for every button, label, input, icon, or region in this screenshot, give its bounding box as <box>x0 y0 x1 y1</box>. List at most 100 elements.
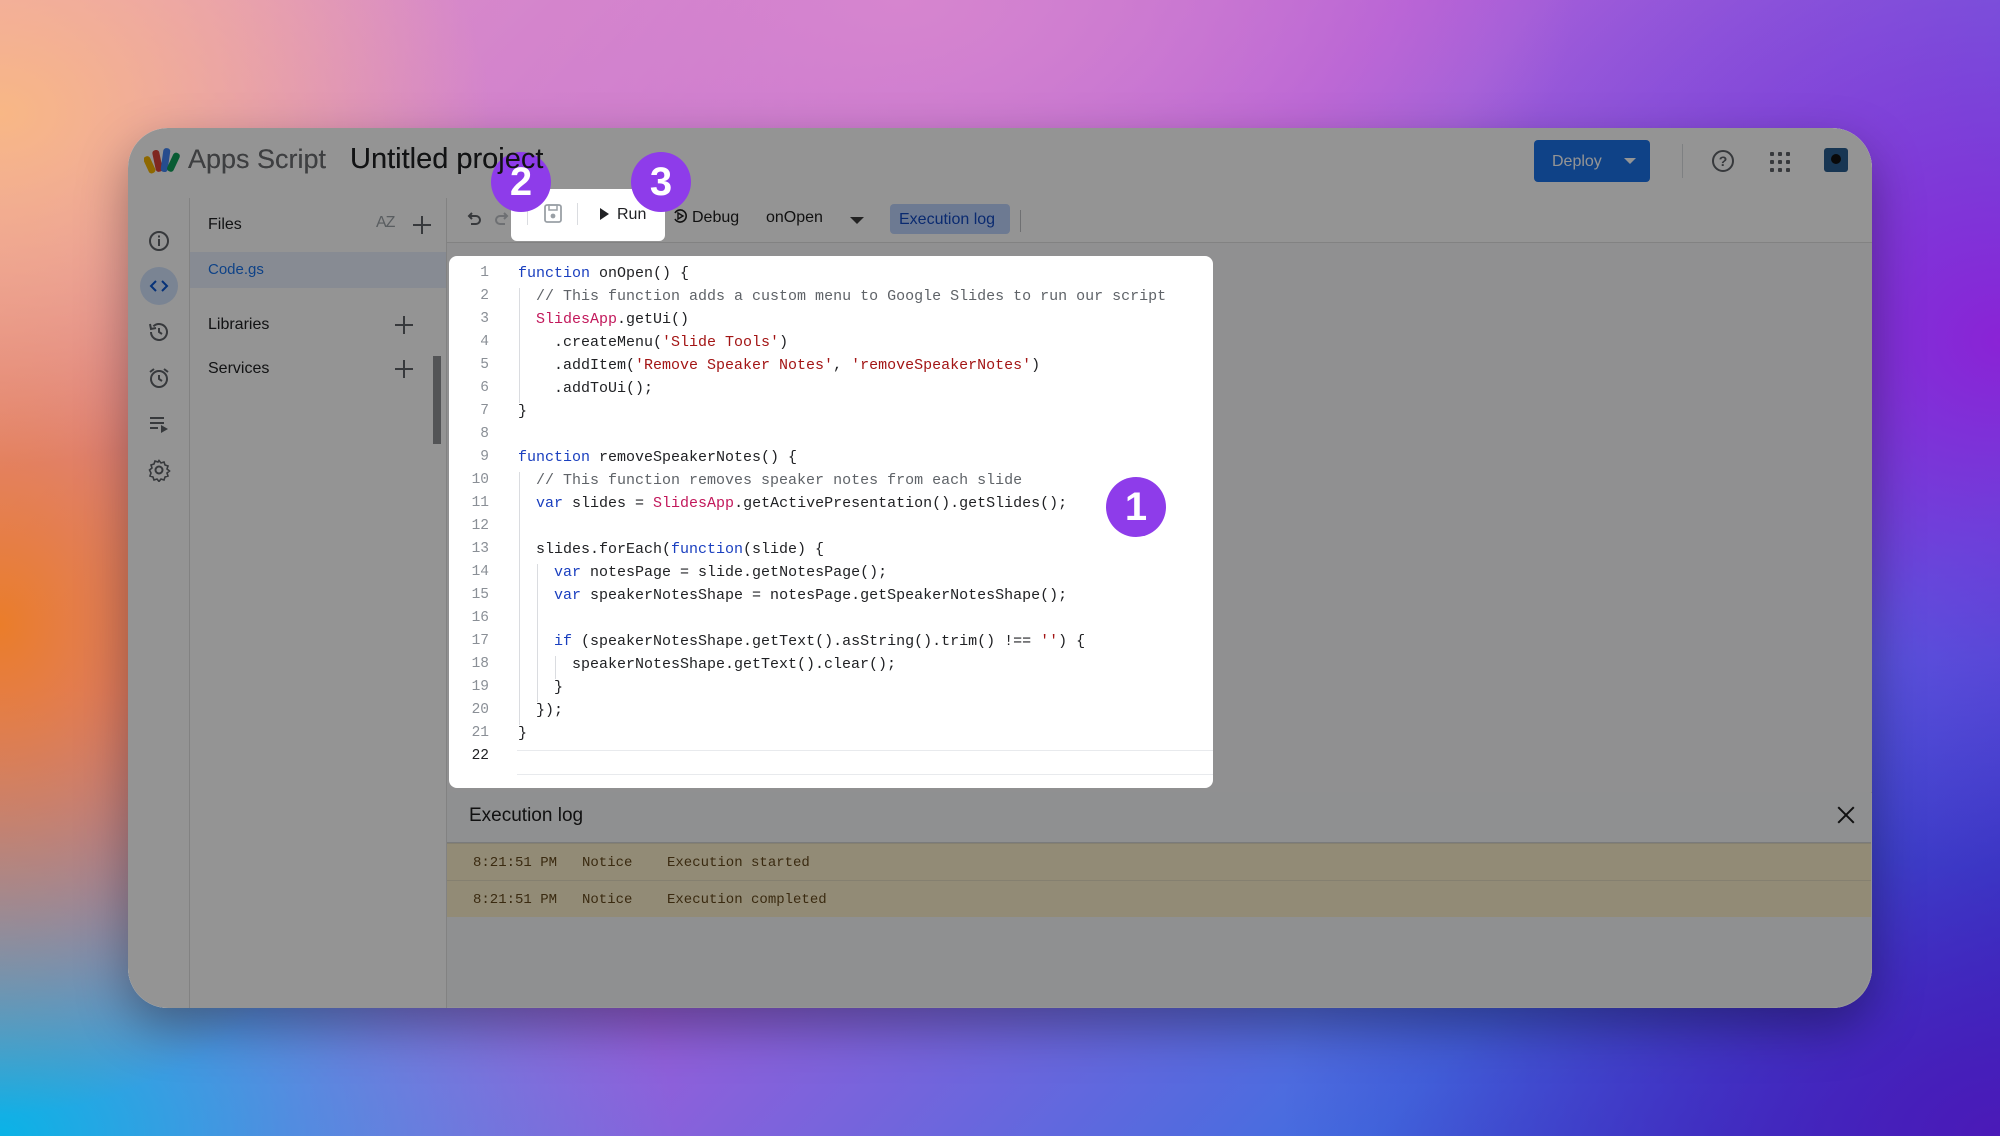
step-badge-3: 3 <box>631 152 691 212</box>
code-text: slides.forEach(function(slide) { <box>518 541 825 558</box>
log-level: Notice <box>582 892 633 908</box>
log-row: 8:21:51 PM Notice Execution completed <box>447 880 1871 917</box>
log-row: 8:21:51 PM Notice Execution started <box>447 843 1871 880</box>
code-text: } <box>518 679 564 696</box>
run-label: Run <box>617 206 647 223</box>
deploy-button[interactable]: Deploy <box>1534 140 1650 182</box>
indent-guide <box>519 472 520 725</box>
code-text: } <box>518 725 528 742</box>
log-time: 8:21:51 PM <box>473 892 558 908</box>
executions-icon[interactable] <box>140 405 178 443</box>
add-service-icon[interactable] <box>395 360 413 378</box>
function-select[interactable]: onOpen <box>766 209 823 227</box>
log-message: Execution completed <box>667 892 827 908</box>
file-name: Code.gs <box>208 261 264 278</box>
line-number: 22 <box>471 748 489 764</box>
toolbar-divider <box>1020 210 1021 232</box>
line-number: 11 <box>471 495 489 511</box>
line-number: 17 <box>471 633 489 649</box>
libraries-section[interactable]: Libraries <box>208 316 269 334</box>
code-text: var notesPage = slide.getNotesPage(); <box>554 564 888 581</box>
indent-guide <box>555 656 556 679</box>
line-number: 8 <box>480 426 489 442</box>
dropdown-caret-icon <box>1624 158 1636 164</box>
save-icon[interactable] <box>543 203 563 225</box>
line-number: 21 <box>471 725 489 741</box>
log-time: 8:21:51 PM <box>473 855 558 871</box>
indent-guide <box>537 564 538 702</box>
file-item-code-gs[interactable]: Code.gs <box>190 252 446 288</box>
overview-icon[interactable] <box>140 222 178 260</box>
files-header: Files <box>208 216 242 233</box>
execution-log-button[interactable]: Execution log <box>890 204 1010 234</box>
alarm-clock-icon[interactable] <box>140 359 178 397</box>
line-number: 9 <box>480 449 489 465</box>
add-file-icon[interactable] <box>413 216 431 234</box>
debug-label: Debug <box>692 209 740 226</box>
log-message: Execution started <box>667 855 810 871</box>
toolbar-divider <box>577 203 578 225</box>
step-badge-1: 1 <box>1106 477 1166 537</box>
undo-icon[interactable] <box>463 210 483 230</box>
line-number: 10 <box>471 472 489 488</box>
line-number: 20 <box>471 702 489 718</box>
add-library-icon[interactable] <box>395 316 413 334</box>
line-number: 13 <box>471 541 489 557</box>
execution-log-label: Execution log <box>899 211 996 228</box>
avatar[interactable] <box>1824 148 1848 172</box>
code-text: // This function adds a custom menu to G… <box>536 288 1167 305</box>
code-text: // This function removes speaker notes f… <box>536 472 1023 489</box>
line-number: 4 <box>480 334 489 350</box>
code-text: function removeSpeakerNotes() { <box>518 449 798 466</box>
current-line-highlight <box>517 750 1213 775</box>
services-section[interactable]: Services <box>208 360 269 378</box>
code-text: SlidesApp.getUi() <box>536 311 690 328</box>
triggers-history-icon[interactable] <box>140 313 178 351</box>
code-text: function onOpen() { <box>518 265 690 282</box>
line-number: 7 <box>480 403 489 419</box>
debug-button[interactable]: Debug <box>672 208 739 227</box>
execution-log: Execution log 8:21:51 PM Notice Executio… <box>447 792 1871 1007</box>
line-number: 15 <box>471 587 489 603</box>
code-text: } <box>518 403 528 420</box>
code-text: .addItem('Remove Speaker Notes', 'remove… <box>518 357 1041 374</box>
code-editor[interactable]: 1 function onOpen() { 2 // This function a… <box>449 256 1213 788</box>
debug-icon <box>674 209 687 223</box>
code-text: if (speakerNotesShape.getText().asString… <box>554 633 1086 650</box>
files-panel: Files AZ Code.gs Libraries Services <box>190 198 447 1008</box>
files-scrollbar[interactable] <box>433 356 441 444</box>
google-apps-icon[interactable] <box>1770 152 1790 172</box>
help-icon[interactable]: ? <box>1712 150 1734 172</box>
line-number: 16 <box>471 610 489 626</box>
deploy-label: Deploy <box>1552 153 1602 170</box>
line-number: 19 <box>471 679 489 695</box>
play-icon <box>600 208 609 220</box>
line-number: 18 <box>471 656 489 672</box>
code-text: var slides = SlidesApp.getActivePresenta… <box>536 495 1068 512</box>
code-text: speakerNotesShape.getText().clear(); <box>518 656 897 673</box>
left-nav-rail <box>128 198 190 1008</box>
close-icon[interactable] <box>1837 806 1855 824</box>
line-number: 2 <box>480 288 489 304</box>
line-number: 3 <box>480 311 489 327</box>
line-number: 12 <box>471 518 489 534</box>
line-number: 1 <box>480 265 489 281</box>
app-name-dimmed: Apps Script <box>188 144 327 174</box>
run-button[interactable]: Run <box>600 206 646 224</box>
log-title: Execution log <box>469 805 584 826</box>
settings-gear-icon[interactable] <box>140 451 178 489</box>
line-number: 14 <box>471 564 489 580</box>
indent-guide <box>519 288 520 403</box>
editor-icon[interactable] <box>140 267 178 305</box>
project-title-dimmed[interactable]: Untitled project <box>350 143 543 176</box>
redo-icon[interactable] <box>493 210 513 230</box>
code-text: }); <box>518 702 564 719</box>
apps-script-logo-icon <box>144 148 180 174</box>
sort-az-icon[interactable]: AZ <box>376 214 395 232</box>
function-dropdown-caret-icon[interactable] <box>850 217 864 224</box>
code-text: var speakerNotesShape = notesPage.getSpe… <box>554 587 1068 604</box>
header-divider <box>1682 144 1683 178</box>
log-level: Notice <box>582 855 633 871</box>
line-number: 6 <box>480 380 489 396</box>
line-number: 5 <box>480 357 489 373</box>
